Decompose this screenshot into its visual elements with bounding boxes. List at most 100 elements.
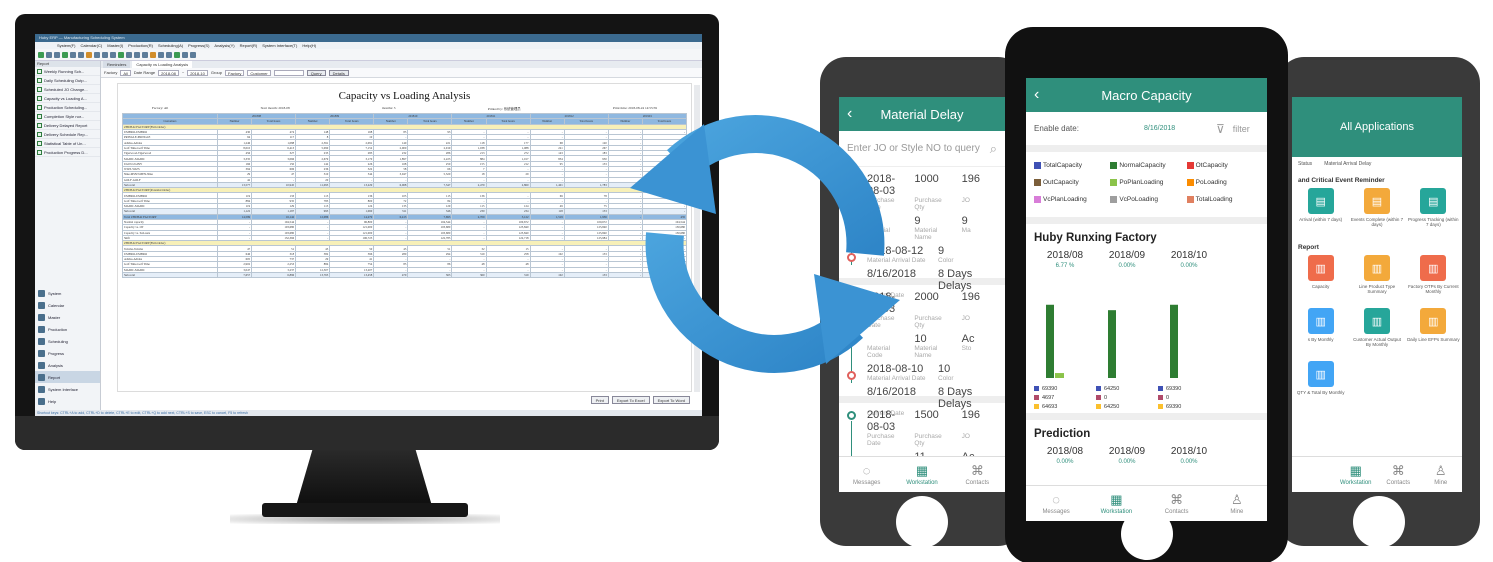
app-tile[interactable]: ▤ Arrival (within 7 days): [1294, 188, 1347, 238]
sidebar-report-item[interactable]: Capacity vs Loading A...: [35, 94, 100, 103]
sidebar-report-item[interactable]: Scheduled JO Change...: [35, 85, 100, 94]
nav-item-calendar[interactable]: Calendar: [35, 299, 100, 311]
date-from-field[interactable]: 2018-08: [158, 69, 179, 76]
app-tile[interactable]: ▥ QTY & Total By Monthly: [1294, 361, 1347, 411]
sidebar-report-item[interactable]: Delivery Delayed Report: [35, 121, 100, 130]
module-icon: [38, 373, 45, 381]
tabbar-item[interactable]: ▦ Workstation: [894, 457, 949, 492]
toolbar-icon[interactable]: [182, 51, 188, 58]
legend-label: OutCapacity: [1043, 179, 1079, 187]
app-tile[interactable]: ▥ Customer Actual Output By Monthly: [1350, 308, 1403, 358]
group2-select[interactable]: Customer: [247, 69, 271, 76]
tab-1[interactable]: Capacity vs Loading Analysis: [132, 61, 193, 68]
toolbar-icon[interactable]: [86, 51, 92, 58]
menu-item[interactable]: Help(H): [302, 42, 316, 49]
date-to-field[interactable]: 2018-10: [187, 69, 208, 76]
sidebar-report-item[interactable]: Statistical Table of Un...: [35, 139, 100, 148]
tabbar-item[interactable]: ⌘ Contacts: [950, 457, 1005, 492]
sidebar-report-item[interactable]: Weekly Running Sch...: [35, 67, 100, 76]
nav-item-master[interactable]: Master: [35, 311, 100, 323]
tab-0[interactable]: Reminders: [103, 61, 131, 68]
app-tile[interactable]: ▥ s By Monthly: [1294, 308, 1347, 358]
app-icon: ▥: [1307, 361, 1334, 387]
messages-icon: ◌: [862, 462, 871, 478]
filter-icon[interactable]: ⊽: [1216, 122, 1225, 136]
toolbar-icon[interactable]: [94, 51, 100, 58]
prediction-period-row: 2018/08 0.00% 2018/09 0.00% 2018/10 0.00%: [1034, 446, 1259, 465]
toolbar-icon[interactable]: [46, 51, 52, 58]
filter-label[interactable]: filter: [1233, 124, 1250, 134]
toolbar-icon[interactable]: [110, 51, 116, 58]
toolbar-icon[interactable]: [118, 51, 124, 58]
menu-item[interactable]: System Interface(T): [262, 42, 297, 49]
group3-select[interactable]: [273, 69, 304, 76]
menu-item[interactable]: Progress(S): [188, 42, 209, 49]
app-tile[interactable]: ▥ Capacity: [1294, 255, 1347, 305]
app-tile[interactable]: ▥ Factory OTPs By Current Monthly: [1407, 255, 1460, 305]
toolbar-icon[interactable]: [134, 51, 140, 58]
toolbar-icon[interactable]: [190, 51, 196, 58]
sidebar-report-item[interactable]: Delivery Schedule Rep...: [35, 130, 100, 139]
tabbar-item[interactable]: ▦ Workstation: [1335, 457, 1378, 492]
menu-item[interactable]: Report(R): [240, 42, 258, 49]
nav-item-system[interactable]: System: [35, 287, 100, 299]
tabbar-item[interactable]: ♙ Mine: [1207, 486, 1267, 521]
material-arrival-link[interactable]: Material Arrival Delay: [1324, 161, 1371, 167]
sidebar-report-label: Production Scheduling...: [44, 104, 88, 110]
jo-value: 196: [961, 409, 981, 421]
toolbar-icon[interactable]: [62, 51, 68, 58]
app-tile[interactable]: ▤ Events Complete (within 7 days): [1350, 188, 1403, 238]
toolbar-icon[interactable]: [78, 51, 84, 58]
sidebar-report-item[interactable]: Production Scheduling...: [35, 103, 100, 112]
nav-item-production[interactable]: Production: [35, 323, 100, 335]
back-icon[interactable]: ‹: [1034, 86, 1039, 104]
sidebar-report-item[interactable]: Completion Style nor...: [35, 112, 100, 121]
query-button[interactable]: Query: [306, 69, 326, 76]
menu-item[interactable]: Calendar(C): [80, 42, 102, 49]
toolbar-icon[interactable]: [126, 51, 132, 58]
nav-item-scheduling[interactable]: Scheduling: [35, 335, 100, 347]
toolbar-icon[interactable]: [70, 51, 76, 58]
toolbar-icon[interactable]: [174, 51, 180, 58]
home-button[interactable]: [1121, 508, 1173, 560]
print-button[interactable]: Print: [590, 396, 609, 404]
toolbar-icon[interactable]: [38, 51, 44, 58]
nav-item-system-interface[interactable]: System Interface: [35, 383, 100, 395]
app-tile[interactable]: ▤ Progress Tracking (within 7 days): [1407, 188, 1460, 238]
enable-date-value[interactable]: 8/16/2018: [1144, 125, 1216, 132]
tabbar-item[interactable]: ◌ Messages: [1026, 486, 1086, 521]
tabbar-item[interactable]: ⌘ Contacts: [1377, 457, 1420, 492]
export-to-word-button[interactable]: Export To Word: [652, 396, 690, 404]
nav-item-progress[interactable]: Progress: [35, 347, 100, 359]
search-icon[interactable]: ⌕: [990, 141, 997, 157]
toolbar-icon[interactable]: [102, 51, 108, 58]
tabbar-item[interactable]: ♙ Mine: [1420, 457, 1463, 492]
export-to-excel-button[interactable]: Export To Excel: [611, 396, 650, 404]
group-select[interactable]: Factory: [225, 69, 245, 76]
home-button[interactable]: [896, 496, 948, 548]
nav-item-analysis[interactable]: Analysis: [35, 359, 100, 371]
menu-item[interactable]: Scheduling(A): [158, 42, 183, 49]
tabbar-item[interactable]: ◌ Messages: [839, 457, 894, 492]
menu-item[interactable]: System(F): [57, 42, 75, 49]
toolbar-icon[interactable]: [142, 51, 148, 58]
details-button[interactable]: Details: [328, 69, 349, 76]
home-button[interactable]: [1353, 496, 1405, 548]
toolbar-icon[interactable]: [158, 51, 164, 58]
menu-item[interactable]: Master(I): [107, 42, 123, 49]
app-tile[interactable]: ▥ Line Product Type Summary: [1350, 255, 1403, 305]
toolbar-icon[interactable]: [166, 51, 172, 58]
period-percent: 6.77 %: [1055, 263, 1075, 269]
menu-item[interactable]: Production(R): [128, 42, 153, 49]
sidebar-report-item[interactable]: Daily Scheduling Outp...: [35, 76, 100, 85]
factory-select[interactable]: All: [120, 69, 131, 76]
app-tile[interactable]: ▥ Daily Line EFPs Summary: [1407, 308, 1460, 358]
sidebar-report-item[interactable]: Production Progress D...: [35, 148, 100, 157]
nav-item-report[interactable]: Report: [35, 371, 100, 383]
status-link[interactable]: Status: [1298, 161, 1312, 167]
tabbar-item[interactable]: [1292, 457, 1335, 492]
nav-item-help[interactable]: Help: [35, 395, 100, 407]
menu-item[interactable]: Analysis(Y): [214, 42, 234, 49]
toolbar-icon[interactable]: [54, 51, 60, 58]
toolbar-icon[interactable]: [150, 51, 156, 58]
